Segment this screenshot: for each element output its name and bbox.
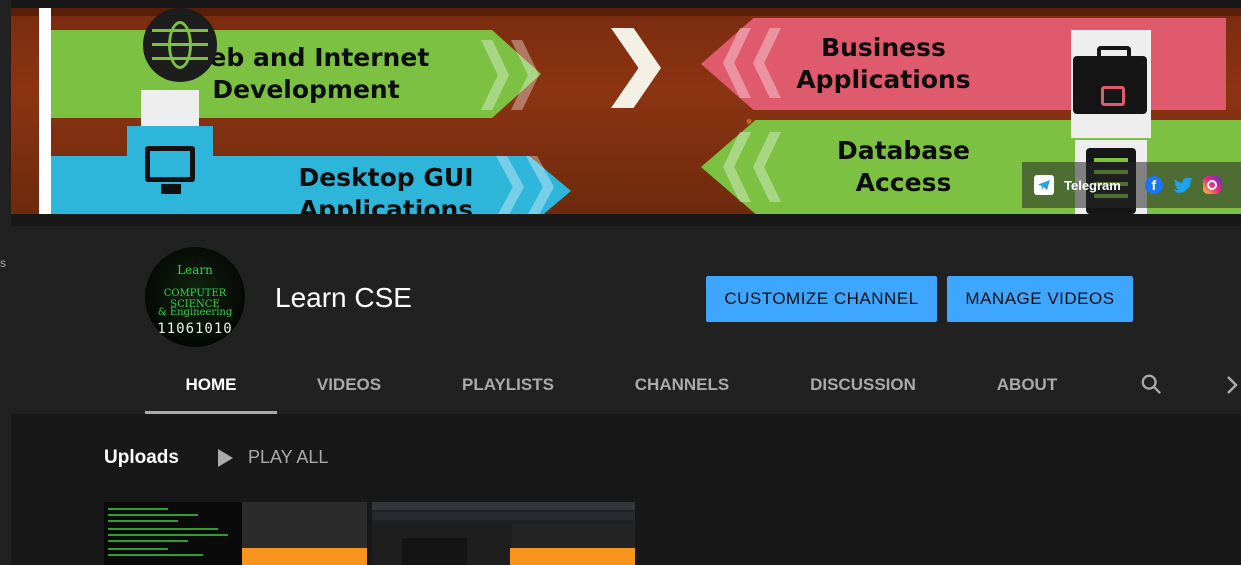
tab-channels[interactable]: CHANNELS xyxy=(615,360,749,414)
banner-connector xyxy=(141,90,199,130)
banner-tile-web: Web and Internet Development xyxy=(51,30,541,118)
globe-icon xyxy=(143,8,217,82)
monitor-stand xyxy=(161,184,181,194)
thumbnail-overlay xyxy=(510,548,635,565)
avatar-text: Learn xyxy=(177,263,213,277)
banner-links: Telegram f xyxy=(1022,162,1241,208)
avatar[interactable]: Learn COMPUTER SCIENCE & Engineering 110… xyxy=(145,247,245,347)
chevron-right-icon[interactable] xyxy=(1224,374,1240,396)
video-thumbnail[interactable] xyxy=(104,502,367,565)
banner-tile-business-label: Business Applications xyxy=(796,33,971,94)
banner-edge xyxy=(39,8,51,214)
facebook-icon[interactable]: f xyxy=(1144,176,1163,194)
search-icon[interactable] xyxy=(1140,373,1162,395)
left-rail-text: s xyxy=(0,256,6,270)
tab-playlists[interactable]: PLAYLISTS xyxy=(441,360,575,414)
telegram-icon[interactable] xyxy=(1034,175,1054,195)
play-icon xyxy=(218,448,233,467)
avatar-text: 11061010 xyxy=(157,321,233,337)
play-all-label: PLAY ALL xyxy=(248,447,329,467)
thumbnail-tabbar xyxy=(372,502,635,510)
tab-videos[interactable]: VIDEOS xyxy=(297,360,401,414)
instagram-icon[interactable] xyxy=(1202,176,1221,194)
uploads-heading: Uploads xyxy=(104,447,179,468)
customize-channel-button[interactable]: CUSTOMIZE CHANNEL xyxy=(706,276,937,322)
tab-about[interactable]: ABOUT xyxy=(977,360,1077,414)
telegram-link[interactable]: Telegram xyxy=(1064,178,1121,193)
thumbnail-overlay xyxy=(242,548,367,565)
monitor-icon xyxy=(145,146,195,182)
video-thumbnail[interactable] xyxy=(372,502,635,565)
tab-home[interactable]: HOME xyxy=(145,360,277,414)
banner-tile-database-label: Database Access xyxy=(836,136,971,197)
tab-discussion[interactable]: DISCUSSION xyxy=(791,360,935,414)
left-rail xyxy=(0,0,11,565)
thumbnail-pane xyxy=(402,538,467,565)
thumbnail-toolbar xyxy=(372,512,635,520)
chevron-right-icon xyxy=(611,28,661,108)
channel-name: Learn CSE xyxy=(275,282,412,313)
thumbnail-devtools xyxy=(512,524,635,548)
thumbnail-terminal xyxy=(104,502,242,565)
manage-videos-button[interactable]: MANAGE VIDEOS xyxy=(947,276,1133,322)
avatar-text: & Engineering xyxy=(157,307,233,318)
briefcase-icon xyxy=(1073,46,1147,114)
twitter-icon[interactable] xyxy=(1172,177,1193,193)
play-all-button[interactable]: PLAY ALL xyxy=(218,447,328,468)
